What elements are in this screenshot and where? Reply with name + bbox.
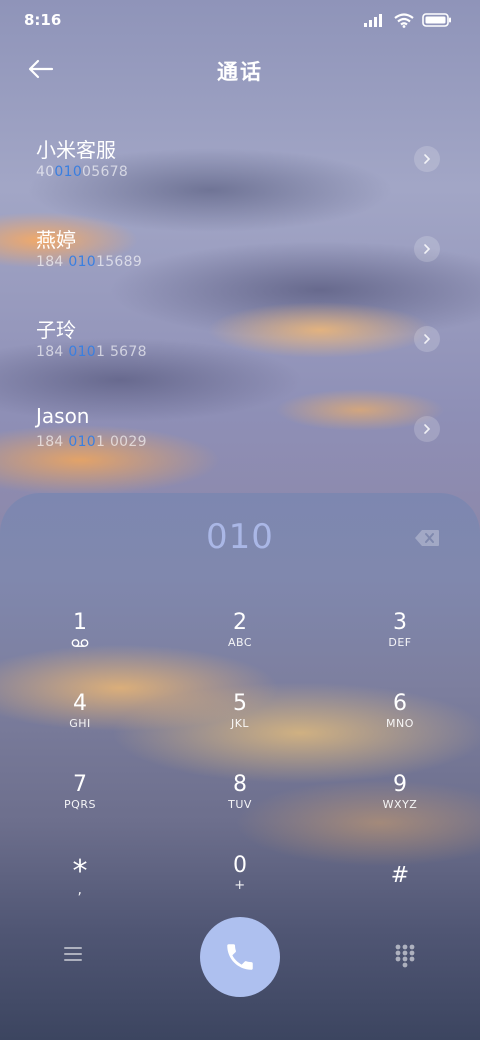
- key-digit: 6: [393, 691, 407, 716]
- voicemail-icon: [71, 639, 89, 647]
- keypad: 1 2 ABC 3 DEF 4 GHI 5 JKL 6 MNO 7 PQRS 8…: [0, 598, 480, 922]
- number-prefix: 184: [36, 344, 69, 360]
- key-letters: JKL: [230, 717, 250, 730]
- header: 通话: [0, 48, 480, 92]
- contact-number: 4001005678: [36, 164, 480, 180]
- backspace-icon: [415, 530, 439, 546]
- key-9[interactable]: 9 WXYZ: [320, 760, 480, 841]
- number-prefix: 184: [36, 254, 69, 270]
- key-digit: 5: [233, 691, 247, 716]
- phone-icon: [227, 944, 253, 970]
- key-5[interactable]: 5 JKL: [160, 679, 320, 760]
- key-letters: MNO: [386, 717, 414, 730]
- battery-icon: [422, 13, 451, 27]
- number-prefix: 184: [36, 434, 69, 450]
- key-star[interactable]: * ,: [0, 841, 160, 922]
- dialer-panel: 010 1 2 ABC 3 DEF 4 GHI 5 JKL 6 MNO 7 PQ…: [0, 493, 480, 1040]
- chevron-right-icon: [424, 154, 431, 164]
- key-6[interactable]: 6 MNO: [320, 679, 480, 760]
- key-3[interactable]: 3 DEF: [320, 598, 480, 679]
- key-digit: 4: [73, 691, 87, 716]
- key-digit: 7: [73, 772, 87, 797]
- dialer-bottom-bar: [0, 917, 480, 997]
- wifi-icon: [394, 12, 414, 28]
- chevron-right-icon: [424, 334, 431, 344]
- contact-item[interactable]: 燕婷 184 01015689: [0, 208, 480, 298]
- dialpad-icon: [395, 944, 415, 968]
- signal-icon: [364, 14, 382, 27]
- key-digit: 0: [233, 853, 247, 878]
- status-icons: [364, 12, 452, 28]
- key-digit: *: [72, 854, 88, 889]
- number-match-highlight: 010: [68, 434, 96, 450]
- contact-number: 184 01015689: [36, 254, 480, 270]
- key-letters: +: [234, 878, 246, 893]
- chevron-right-icon: [424, 244, 431, 254]
- menu-button[interactable]: [62, 945, 84, 963]
- number-match-highlight: 010: [68, 344, 96, 360]
- key-letters: WXYZ: [382, 798, 418, 811]
- menu-icon: [64, 947, 82, 961]
- number-suffix: 1 5678: [96, 344, 147, 360]
- contact-number: 184 0101 5678: [36, 344, 480, 360]
- key-7[interactable]: 7 PQRS: [0, 760, 160, 841]
- backspace-button[interactable]: [414, 529, 440, 547]
- key-8[interactable]: 8 TUV: [160, 760, 320, 841]
- contact-item[interactable]: 子玲 184 0101 5678: [0, 298, 480, 388]
- contact-item[interactable]: Jason 184 0101 0029: [0, 388, 480, 478]
- key-1[interactable]: 1: [0, 598, 160, 679]
- number-suffix: 15689: [96, 254, 143, 270]
- status-time: 8:16: [24, 11, 62, 29]
- contact-detail-button[interactable]: [414, 416, 440, 442]
- page-title: 通话: [217, 60, 263, 84]
- number-match-highlight: 010: [68, 254, 96, 270]
- contact-detail-button[interactable]: [414, 146, 440, 172]
- contact-number: 184 0101 0029: [36, 434, 480, 450]
- dialpad-toggle-button[interactable]: [394, 943, 416, 969]
- key-digit: 3: [393, 610, 407, 635]
- key-letters: GHI: [69, 717, 91, 730]
- key-digit: #: [390, 863, 410, 888]
- key-0[interactable]: 0 +: [160, 841, 320, 922]
- key-2[interactable]: 2 ABC: [160, 598, 320, 679]
- contact-item[interactable]: 小米客服 4001005678: [0, 118, 480, 208]
- contact-detail-button[interactable]: [414, 236, 440, 262]
- number-suffix: 1 0029: [96, 434, 147, 450]
- chevron-right-icon: [424, 424, 431, 434]
- call-button[interactable]: [200, 917, 280, 997]
- number-suffix: 05678: [82, 164, 129, 180]
- key-letters: TUV: [228, 798, 252, 811]
- key-letters: ,: [77, 882, 83, 898]
- contact-suggestion-list: 小米客服 4001005678 燕婷 184 01015689 子玲 184 0…: [0, 118, 480, 478]
- key-4[interactable]: 4 GHI: [0, 679, 160, 760]
- key-letters: ABC: [227, 636, 253, 649]
- number-prefix: 40: [36, 164, 55, 180]
- key-digit: 1: [73, 610, 87, 635]
- key-letters: DEF: [388, 636, 412, 649]
- number-match-highlight: 010: [54, 164, 83, 180]
- status-bar: 8:16: [0, 0, 480, 40]
- key-digit: 2: [233, 610, 247, 635]
- contact-detail-button[interactable]: [414, 326, 440, 352]
- key-digit: 8: [233, 772, 247, 797]
- entered-number-display[interactable]: 010: [0, 517, 480, 557]
- key-hash[interactable]: #: [320, 841, 480, 922]
- key-digit: 9: [393, 772, 407, 797]
- key-letters: PQRS: [64, 798, 96, 811]
